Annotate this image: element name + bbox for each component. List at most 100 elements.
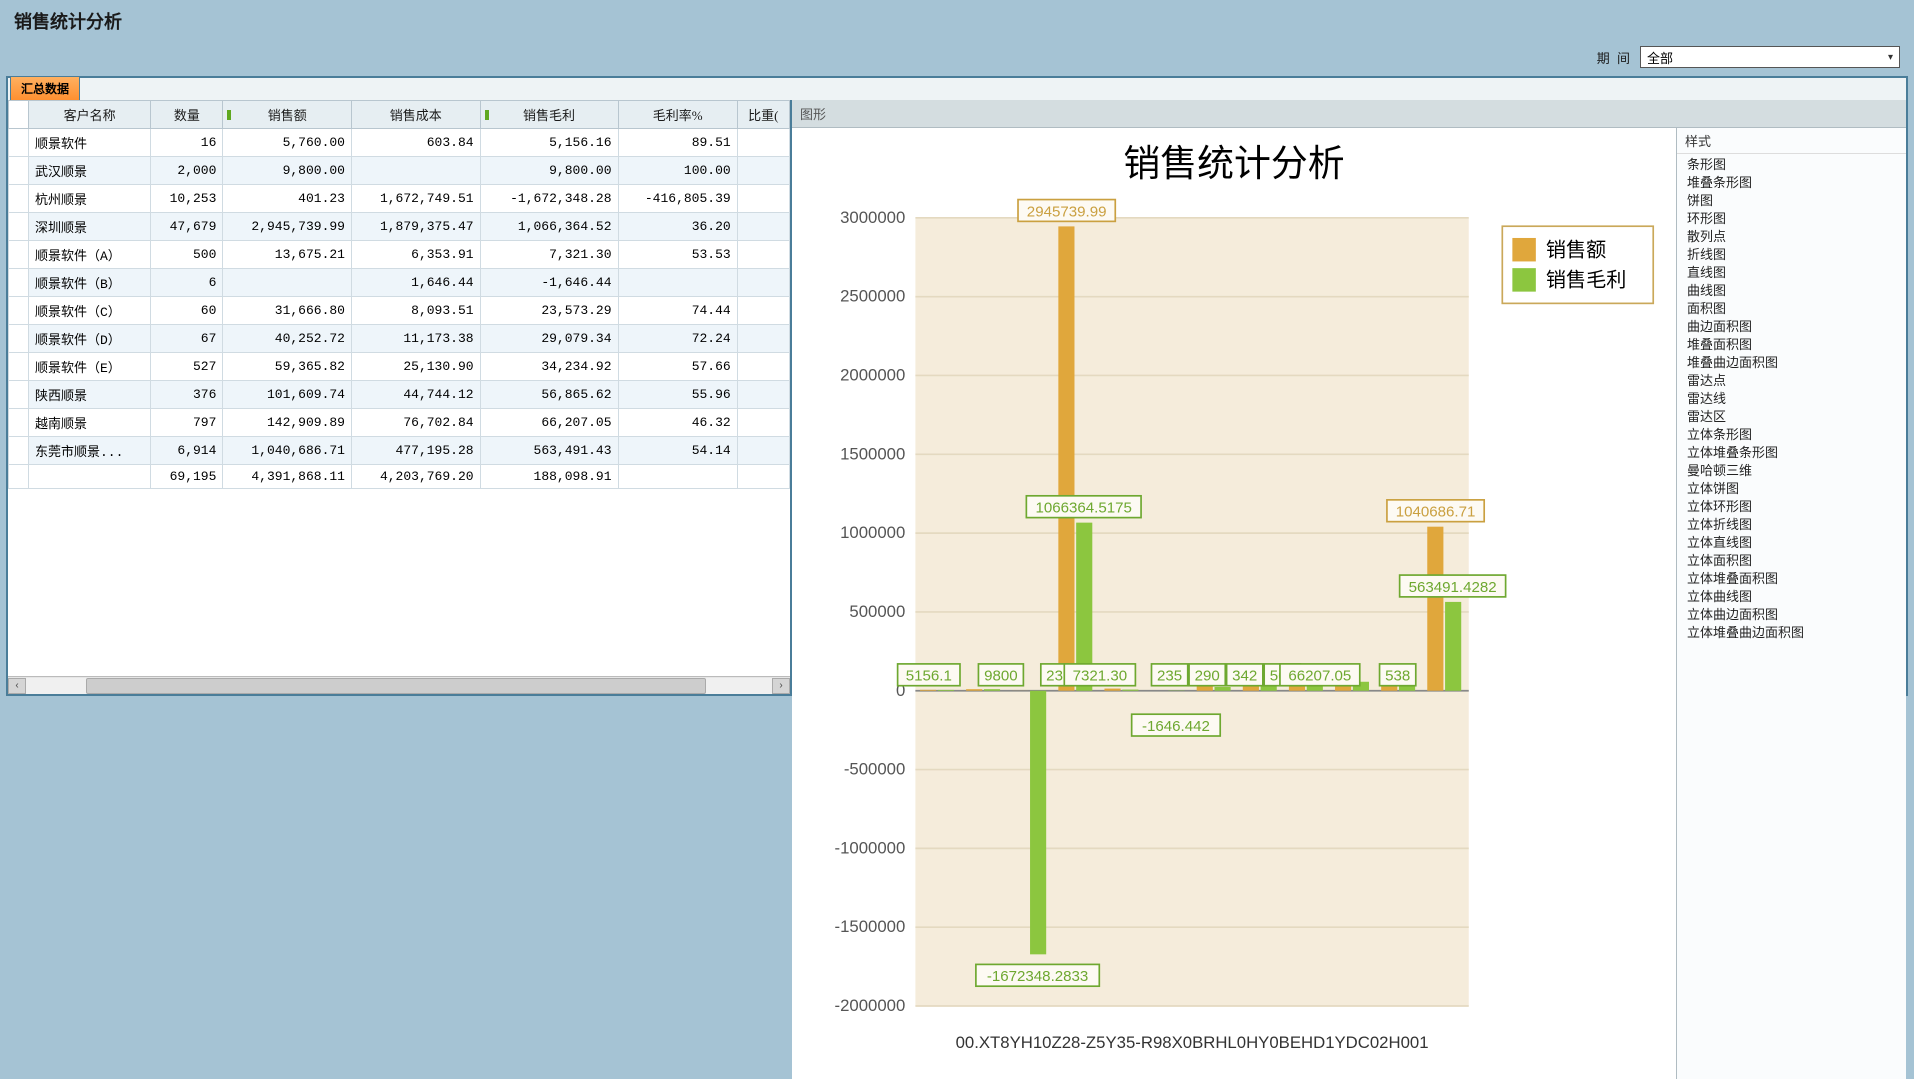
column-header[interactable]: 毛利率% bbox=[618, 101, 737, 129]
column-header[interactable]: 客户名称 bbox=[29, 101, 151, 129]
table-row[interactable]: 顺景软件（E）52759,365.8225,130.9034,234.9257.… bbox=[9, 353, 790, 381]
style-item[interactable]: 立体堆叠条形图 bbox=[1677, 444, 1906, 462]
scroll-left-icon[interactable]: ‹ bbox=[8, 678, 26, 694]
cell-customer: 顺景软件 bbox=[29, 129, 151, 157]
style-item[interactable]: 饼图 bbox=[1677, 192, 1906, 210]
style-item[interactable]: 立体曲线图 bbox=[1677, 588, 1906, 606]
cell-customer: 陕西顺景 bbox=[29, 381, 151, 409]
row-handle[interactable] bbox=[9, 325, 29, 353]
column-header[interactable]: 数量 bbox=[151, 101, 223, 129]
summary-table: 客户名称数量销售额销售成本销售毛利毛利率%比重( 顺景软件165,760.006… bbox=[8, 100, 790, 489]
style-item[interactable]: 立体折线图 bbox=[1677, 516, 1906, 534]
column-header[interactable]: 销售额 bbox=[223, 101, 352, 129]
style-item[interactable]: 立体曲边面积图 bbox=[1677, 606, 1906, 624]
style-item[interactable]: 直线图 bbox=[1677, 264, 1906, 282]
svg-text:66207.05: 66207.05 bbox=[1288, 668, 1351, 685]
row-handle[interactable] bbox=[9, 297, 29, 325]
svg-text:1500000: 1500000 bbox=[840, 444, 905, 463]
table-row[interactable]: 陕西顺景376101,609.7444,744.1256,865.6255.96 bbox=[9, 381, 790, 409]
cell-cost: 8,093.51 bbox=[351, 297, 480, 325]
cell-weight bbox=[737, 269, 789, 297]
svg-text:5156.1: 5156.1 bbox=[906, 668, 952, 685]
style-item[interactable]: 条形图 bbox=[1677, 156, 1906, 174]
row-handle[interactable] bbox=[9, 437, 29, 465]
total-sales: 4,391,868.11 bbox=[223, 465, 352, 489]
cell-profit: 1,066,364.52 bbox=[480, 213, 618, 241]
row-handle[interactable] bbox=[9, 213, 29, 241]
cell-cost: 1,672,749.51 bbox=[351, 185, 480, 213]
style-item[interactable]: 雷达区 bbox=[1677, 408, 1906, 426]
total-qty: 69,195 bbox=[151, 465, 223, 489]
style-item[interactable]: 曲边面积图 bbox=[1677, 318, 1906, 336]
style-item[interactable]: 面积图 bbox=[1677, 300, 1906, 318]
svg-text:23: 23 bbox=[1046, 668, 1063, 685]
cell-sales: 59,365.82 bbox=[223, 353, 352, 381]
row-handle[interactable] bbox=[9, 409, 29, 437]
style-item[interactable]: 堆叠曲边面积图 bbox=[1677, 354, 1906, 372]
scroll-right-icon[interactable]: › bbox=[772, 678, 790, 694]
style-item[interactable]: 散列点 bbox=[1677, 228, 1906, 246]
style-item[interactable]: 立体饼图 bbox=[1677, 480, 1906, 498]
cell-qty: 60 bbox=[151, 297, 223, 325]
cell-weight bbox=[737, 213, 789, 241]
table-row[interactable]: 杭州顺景10,253401.231,672,749.51-1,672,348.2… bbox=[9, 185, 790, 213]
table-row[interactable]: 顺景软件（C）6031,666.808,093.5123,573.2974.44 bbox=[9, 297, 790, 325]
table-row[interactable]: 武汉顺景2,0009,800.009,800.00100.00 bbox=[9, 157, 790, 185]
cell-weight bbox=[737, 185, 789, 213]
cell-customer: 顺景软件（A） bbox=[29, 241, 151, 269]
tab-summary[interactable]: 汇总数据 bbox=[10, 76, 80, 100]
style-item[interactable]: 雷达线 bbox=[1677, 390, 1906, 408]
period-value: 全部 bbox=[1647, 48, 1673, 67]
scroll-thumb[interactable] bbox=[86, 678, 706, 694]
cell-weight bbox=[737, 297, 789, 325]
table-row[interactable]: 顺景软件（B）61,646.44-1,646.44 bbox=[9, 269, 790, 297]
cell-qty: 500 bbox=[151, 241, 223, 269]
cell-qty: 6,914 bbox=[151, 437, 223, 465]
style-item[interactable]: 折线图 bbox=[1677, 246, 1906, 264]
legend-sales: 销售额 bbox=[1546, 238, 1606, 261]
period-select[interactable]: 全部 bbox=[1640, 46, 1900, 68]
style-item[interactable]: 雷达点 bbox=[1677, 372, 1906, 390]
x-axis-label: 00.XT8YH10Z28-Z5Y35-R98X0BRHL0HY0BEHD1YD… bbox=[956, 1033, 1429, 1052]
cell-qty: 797 bbox=[151, 409, 223, 437]
table-row[interactable]: 深圳顺景47,6792,945,739.991,879,375.471,066,… bbox=[9, 213, 790, 241]
table-row[interactable]: 顺景软件（D）6740,252.7211,173.3829,079.3472.2… bbox=[9, 325, 790, 353]
column-header[interactable]: 销售毛利 bbox=[480, 101, 618, 129]
style-item[interactable]: 曲线图 bbox=[1677, 282, 1906, 300]
table-row[interactable]: 越南顺景797142,909.8976,702.8466,207.0546.32 bbox=[9, 409, 790, 437]
column-header[interactable]: 销售成本 bbox=[351, 101, 480, 129]
row-handle[interactable] bbox=[9, 157, 29, 185]
style-item[interactable]: 立体面积图 bbox=[1677, 552, 1906, 570]
row-handle[interactable] bbox=[9, 269, 29, 297]
svg-text:235: 235 bbox=[1157, 668, 1182, 685]
cell-cost bbox=[351, 157, 480, 185]
row-handle[interactable] bbox=[9, 129, 29, 157]
row-handle[interactable] bbox=[9, 241, 29, 269]
style-item[interactable]: 环形图 bbox=[1677, 210, 1906, 228]
row-handle[interactable] bbox=[9, 353, 29, 381]
chart-bar bbox=[1030, 691, 1046, 955]
chart-bar bbox=[1122, 690, 1138, 691]
table-row[interactable]: 顺景软件165,760.00603.845,156.1689.51 bbox=[9, 129, 790, 157]
style-item[interactable]: 立体环形图 bbox=[1677, 498, 1906, 516]
style-item[interactable]: 立体直线图 bbox=[1677, 534, 1906, 552]
chart-bar bbox=[966, 689, 982, 691]
style-item[interactable]: 堆叠条形图 bbox=[1677, 174, 1906, 192]
style-item[interactable]: 曼哈顿三维 bbox=[1677, 462, 1906, 480]
table-pane: 客户名称数量销售额销售成本销售毛利毛利率%比重( 顺景软件165,760.006… bbox=[8, 100, 792, 694]
row-handle[interactable] bbox=[9, 185, 29, 213]
cell-cost: 11,173.38 bbox=[351, 325, 480, 353]
cell-qty: 2,000 bbox=[151, 157, 223, 185]
chart-bar bbox=[1058, 226, 1074, 690]
table-row[interactable]: 东莞市顺景...6,9141,040,686.71477,195.28563,4… bbox=[9, 437, 790, 465]
column-header[interactable]: 比重( bbox=[737, 101, 789, 129]
style-item[interactable]: 立体堆叠曲边面积图 bbox=[1677, 624, 1906, 642]
style-item[interactable]: 立体堆叠面积图 bbox=[1677, 570, 1906, 588]
horizontal-scrollbar[interactable]: ‹ › bbox=[8, 676, 790, 694]
cell-profit: 29,079.34 bbox=[480, 325, 618, 353]
style-item[interactable]: 立体条形图 bbox=[1677, 426, 1906, 444]
cell-cost: 477,195.28 bbox=[351, 437, 480, 465]
style-item[interactable]: 堆叠面积图 bbox=[1677, 336, 1906, 354]
table-row[interactable]: 顺景软件（A）50013,675.216,353.917,321.3053.53 bbox=[9, 241, 790, 269]
row-handle[interactable] bbox=[9, 381, 29, 409]
